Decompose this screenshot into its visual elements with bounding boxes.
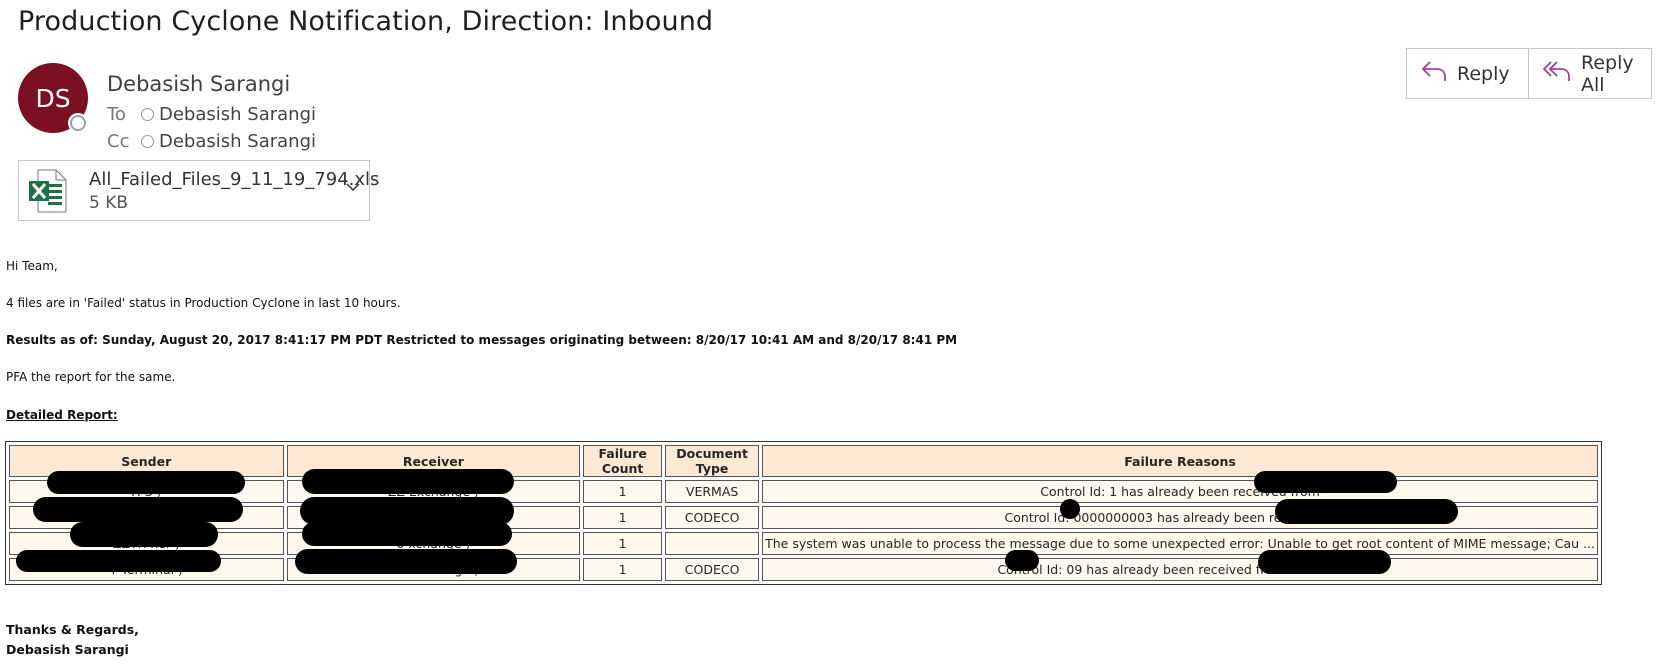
cell-failure-count: 1 (583, 558, 663, 581)
cell-document-type (665, 532, 760, 555)
to-row: To Debasish Sarangi (107, 104, 316, 125)
cell-failure-reason: Control Id: 1 has already been received … (762, 480, 1598, 503)
presence-circle-icon (141, 108, 154, 121)
redaction-mark (1005, 550, 1039, 571)
excel-icon (28, 169, 68, 217)
header-failure-count: Failure Count (583, 445, 663, 477)
redaction-mark (1254, 471, 1397, 493)
to-label: To (107, 104, 126, 125)
redaction-mark (1258, 550, 1391, 574)
redaction-mark (302, 522, 512, 546)
redaction-mark (302, 469, 514, 494)
cell-document-type: CODECO (665, 558, 760, 581)
cell-document-type: CODECO (665, 506, 760, 529)
signature-name: Debasish Sarangi (6, 642, 129, 657)
redaction-mark (300, 497, 514, 525)
body-line-results: Results as of: Sunday, August 20, 2017 8… (6, 333, 958, 347)
presence-circle-icon (141, 135, 154, 148)
reply-all-label: Reply All (1581, 51, 1634, 96)
reply-icon (1421, 59, 1457, 88)
body-line-status: 4 files are in 'Failed' status in Produc… (6, 296, 401, 310)
cc-recipient[interactable]: Debasish Sarangi (159, 131, 316, 152)
cell-failure-reason: The system was unable to process the mes… (762, 532, 1598, 555)
report-heading: Detailed Report: (6, 408, 118, 422)
cc-label: Cc (107, 131, 130, 152)
header-document-type: Document Type (665, 445, 760, 477)
redaction-mark (295, 549, 517, 574)
redaction-mark (16, 550, 221, 572)
attachment-size: 5 KB (89, 193, 129, 213)
cell-failure-reason: Control Id: 09 has already been received… (762, 558, 1598, 581)
reply-all-button[interactable]: Reply All (1529, 49, 1651, 98)
to-recipient[interactable]: Debasish Sarangi (159, 104, 316, 125)
email-subject: Production Cyclone Notification, Directi… (18, 6, 714, 37)
body-line-pfa: PFA the report for the same. (6, 370, 176, 384)
cell-failure-count: 1 (583, 506, 663, 529)
redaction-mark (33, 497, 243, 522)
cell-failure-count: 1 (583, 480, 663, 503)
reply-toolbar: Reply Reply All (1406, 48, 1652, 99)
cell-failure-reason: Control Id: 0000000003 has already been … (762, 506, 1598, 529)
reply-button[interactable]: Reply (1407, 49, 1529, 98)
redaction-mark (70, 522, 218, 547)
header-failure-reasons: Failure Reasons (762, 445, 1598, 477)
attachment-card[interactable]: All_Failed_Files_9_11_19_794.xls 5 KB (18, 160, 379, 221)
reply-label: Reply (1457, 62, 1510, 85)
greeting: Hi Team, (6, 259, 58, 273)
chevron-down-icon[interactable] (345, 179, 361, 199)
cell-failure-count: 1 (583, 532, 663, 555)
attachment-filename: All_Failed_Files_9_11_19_794.xls (89, 169, 380, 190)
redaction-mark (1275, 499, 1458, 524)
redaction-mark (1060, 499, 1080, 519)
signature-closing: Thanks & Regards, (6, 622, 139, 637)
cell-document-type: VERMAS (665, 480, 760, 503)
sender-name[interactable]: Debasish Sarangi (107, 72, 290, 96)
redaction-mark (47, 471, 245, 494)
reply-all-icon (1542, 59, 1581, 88)
cc-row: Cc Debasish Sarangi (107, 131, 316, 152)
presence-status-icon (70, 115, 86, 131)
